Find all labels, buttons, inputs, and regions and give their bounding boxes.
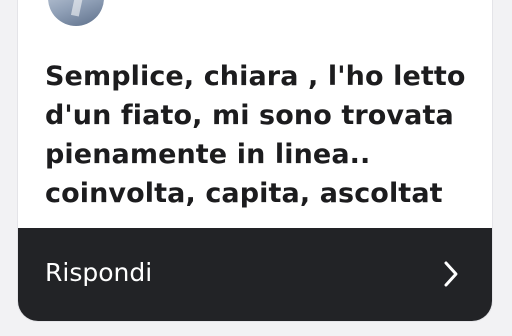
chevron-right-icon — [444, 261, 458, 287]
message-text: Semplice, chiara , l'ho letto d'un fiato… — [45, 61, 466, 209]
reply-button[interactable]: Rispondi — [18, 228, 492, 321]
message-card: Semplice, chiara , l'ho letto d'un fiato… — [18, 0, 492, 321]
reply-label: Rispondi — [45, 258, 153, 287]
avatar[interactable] — [48, 0, 104, 26]
